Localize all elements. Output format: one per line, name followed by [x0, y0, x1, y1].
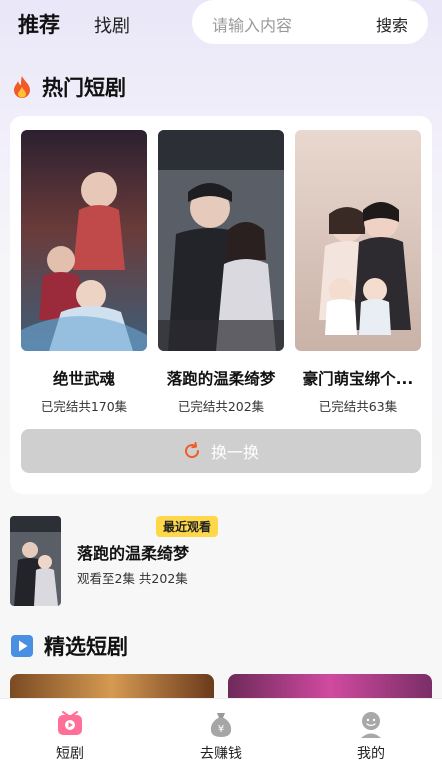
- search-button[interactable]: 搜索: [376, 12, 408, 36]
- drama-poster[interactable]: [158, 130, 284, 351]
- recent-drama-poster[interactable]: [10, 516, 61, 606]
- drama-episode-info: 已完结共63集: [318, 399, 398, 414]
- nav-label: 短剧: [56, 746, 84, 762]
- refresh-button[interactable]: 换一换: [21, 429, 421, 473]
- selected-section-title: 精选短剧: [44, 635, 128, 659]
- drama-episode-info: 已完结共170集: [40, 399, 128, 414]
- nav-label: 去赚钱: [200, 746, 242, 762]
- profile-icon: [361, 712, 381, 738]
- drama-title: 落跑的温柔绮梦: [166, 370, 276, 388]
- nav-item-profile[interactable]: 我的: [331, 709, 411, 763]
- bottom-navigation: 短剧 ¥ 去赚钱 我的: [0, 698, 442, 766]
- refresh-icon: [185, 442, 199, 459]
- drama-card[interactable]: 豪门萌宝绑个... 已完结共63集: [295, 130, 421, 415]
- hot-dramas-card: 绝世武魂 已完结共170集 落跑的温柔绮梦 已完结共202集 豪门萌宝绑个...…: [10, 116, 432, 494]
- top-bar: 推荐 找剧 请输入内容 搜索: [0, 0, 442, 46]
- drama-poster[interactable]: [295, 130, 421, 351]
- recent-badge: 最近观看: [156, 516, 219, 537]
- drama-title: 豪门萌宝绑个...: [302, 370, 414, 388]
- drama-icon: [58, 711, 82, 735]
- search-input[interactable]: 请输入内容: [212, 12, 292, 36]
- drama-poster[interactable]: [21, 130, 147, 351]
- drama-title: 绝世武魂: [52, 370, 115, 388]
- fire-icon: [14, 76, 30, 98]
- nav-item-drama[interactable]: 短剧: [30, 709, 110, 763]
- recent-progress: 观看至2集 共202集: [77, 571, 188, 586]
- tab-recommend[interactable]: 推荐: [18, 9, 60, 39]
- svg-text:¥: ¥: [218, 724, 224, 735]
- recently-watched-item[interactable]: 最近观看 落跑的温柔绮梦 观看至2集 共202集: [10, 516, 432, 608]
- recent-title: 落跑的温柔绮梦: [77, 544, 190, 563]
- drama-card[interactable]: 绝世武魂 已完结共170集: [21, 130, 147, 415]
- search-box[interactable]: 请输入内容 搜索: [192, 0, 428, 44]
- hot-section-title: 热门短剧: [42, 76, 126, 100]
- play-icon: [11, 635, 33, 657]
- tab-find-drama[interactable]: 找剧: [94, 12, 130, 38]
- nav-label: 我的: [357, 746, 385, 762]
- refresh-label: 换一换: [210, 443, 259, 462]
- drama-episode-info: 已完结共202集: [177, 399, 265, 414]
- drama-card[interactable]: 落跑的温柔绮梦 已完结共202集: [158, 130, 284, 415]
- selected-section-header: 精选短剧: [10, 631, 128, 661]
- money-bag-icon: ¥: [210, 713, 232, 737]
- hot-section-header: 热门短剧: [12, 72, 126, 102]
- nav-item-earn-money[interactable]: ¥ 去赚钱: [181, 709, 261, 763]
